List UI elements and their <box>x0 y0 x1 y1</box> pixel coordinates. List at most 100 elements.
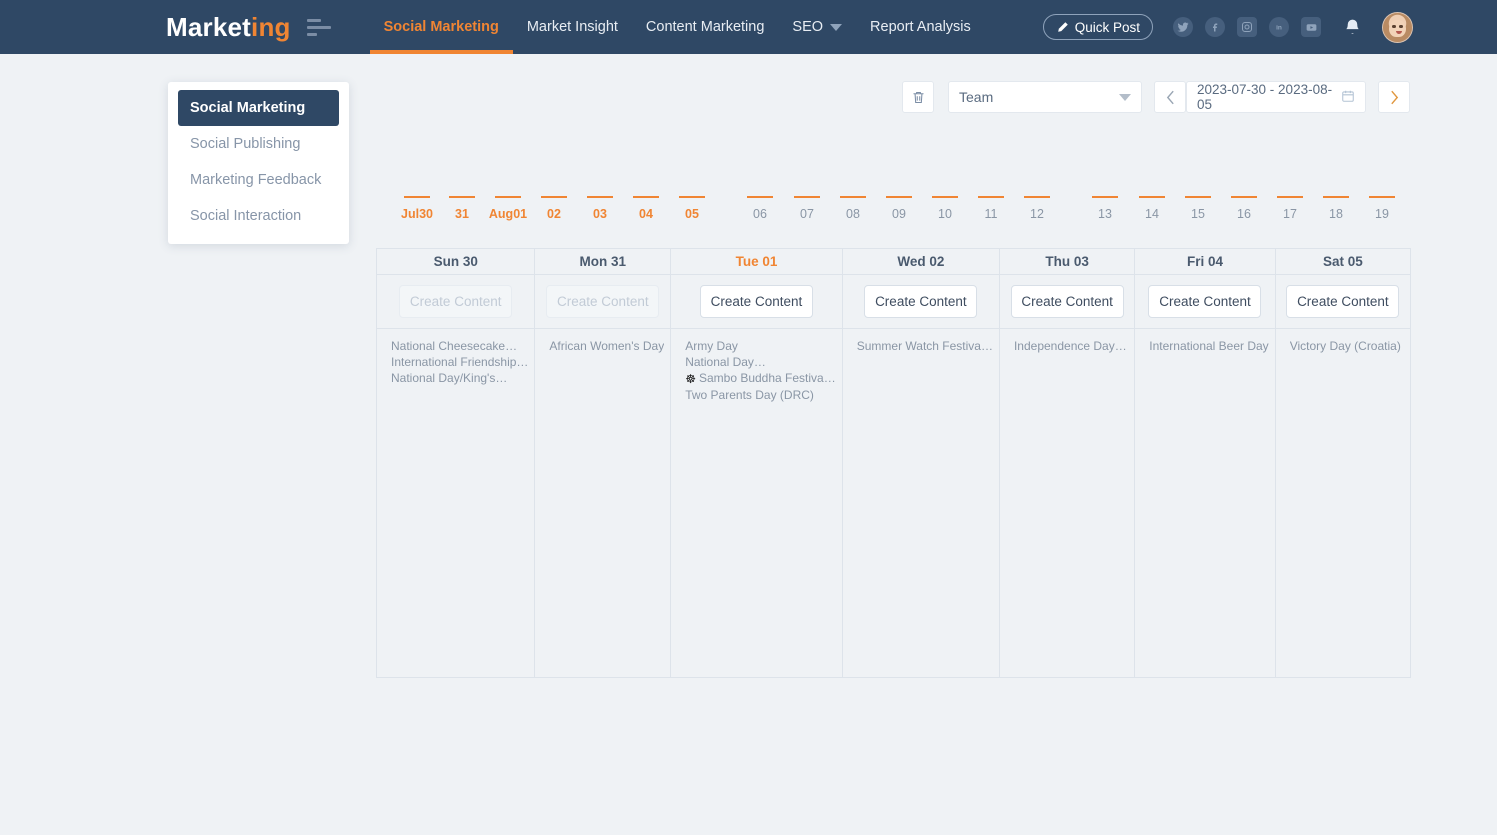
timeline-tick-label: 18 <box>1329 207 1343 221</box>
timeline-tick-label: Jul30 <box>401 207 433 221</box>
facebook-icon[interactable] <box>1205 17 1225 37</box>
timeline-tick-08[interactable]: 08 <box>827 196 879 221</box>
calendar-day-header: Mon 31 <box>535 249 671 275</box>
timeline-tick-19[interactable]: 19 <box>1356 196 1408 221</box>
timeline-tick-18[interactable]: 18 <box>1310 196 1362 221</box>
create-content-button[interactable]: Create Content <box>699 285 813 318</box>
youtube-icon[interactable] <box>1301 17 1321 37</box>
timeline-tick-31[interactable]: 31 <box>436 196 488 221</box>
calendar-event-item[interactable]: Army Day <box>685 338 836 354</box>
timeline-tick-mark <box>1323 196 1349 198</box>
dropdown-item-social-publishing[interactable]: Social Publishing <box>178 126 339 162</box>
dropdown-item-social-interaction[interactable]: Social Interaction <box>178 198 339 234</box>
create-content-button[interactable]: Create Content <box>864 285 978 318</box>
logo-text-main: Market <box>166 12 252 42</box>
nav-item-content-marketing[interactable]: Content Marketing <box>632 0 778 54</box>
bell-icon[interactable] <box>1343 17 1362 38</box>
timeline-tick-mark <box>747 196 773 198</box>
calendar-event-item[interactable]: National Day/King's… <box>391 370 528 386</box>
timeline-tick-aug01[interactable]: Aug01 <box>482 196 534 221</box>
chevron-right-icon <box>1390 90 1398 104</box>
calendar-event-item[interactable]: African Women's Day <box>549 338 664 354</box>
next-week-button[interactable] <box>1378 81 1410 113</box>
timeline-tick-10[interactable]: 10 <box>919 196 971 221</box>
twitter-icon[interactable] <box>1173 17 1193 37</box>
timeline-tick-label: Aug01 <box>488 207 528 221</box>
create-content-button[interactable]: Create Content <box>1148 285 1262 318</box>
timeline-tick-mark <box>1139 196 1165 198</box>
timeline-tick-04[interactable]: 04 <box>620 196 672 221</box>
timeline-tick-13[interactable]: 13 <box>1079 196 1131 221</box>
calendar-event-item[interactable]: Summer Watch Festiva… <box>857 338 993 354</box>
create-content-button[interactable]: Create Content <box>1010 285 1124 318</box>
timeline-tick-label: 16 <box>1237 207 1251 221</box>
timeline-tick-02[interactable]: 02 <box>528 196 580 221</box>
app-logo[interactable]: Marketing <box>166 14 291 40</box>
timeline-tick-mark <box>495 196 521 198</box>
timeline-tick-mark <box>1369 196 1395 198</box>
timeline-tick-05[interactable]: 05 <box>666 196 718 221</box>
timeline-tick-mark <box>587 196 613 198</box>
timeline-tick-mark <box>449 196 475 198</box>
timeline-tick-mark <box>932 196 958 198</box>
calendar-event-item[interactable]: Victory Day (Croatia) <box>1290 338 1404 354</box>
date-timeline: Jul30 31 Aug01 02 03 04 05 06 07 08 09 10 11 12 13 14 15… <box>376 196 1411 234</box>
calendar-event-item[interactable]: ☸ Sambo Buddha Festiva… <box>685 370 836 386</box>
nav-label: Content Marketing <box>645 19 765 35</box>
quick-post-button[interactable]: Quick Post <box>1042 14 1153 40</box>
nav-item-market-insight[interactable]: Market Insight <box>513 0 632 54</box>
calendar-event-label: National Day… <box>685 355 766 370</box>
timeline-tick-11[interactable]: 11 <box>965 196 1017 221</box>
calendar-event-item[interactable]: International Beer Day <box>1149 338 1268 354</box>
user-avatar[interactable] <box>1382 11 1413 43</box>
timeline-tick-label: 15 <box>1191 207 1205 221</box>
trash-icon <box>913 91 923 103</box>
calendar-event-item[interactable]: National Day… <box>685 354 836 370</box>
timeline-tick-12[interactable]: 12 <box>1011 196 1063 221</box>
timeline-tick-16[interactable]: 16 <box>1218 196 1270 221</box>
calendar-event-item[interactable]: Two Parents Day (DRC) <box>685 387 836 403</box>
calendar-event-label: International Beer Day <box>1149 339 1269 353</box>
calendar-day-header: Tue 01 <box>671 249 842 275</box>
previous-week-button[interactable] <box>1154 81 1186 113</box>
calendar-event-item[interactable]: National Cheesecake… <box>391 338 528 354</box>
timeline-tick-17[interactable]: 17 <box>1264 196 1316 221</box>
timeline-tick-mark <box>1024 196 1050 198</box>
nav-item-social-marketing[interactable]: Social Marketing <box>369 0 514 54</box>
timeline-tick-label: 10 <box>938 207 952 221</box>
social-network-icons: in <box>1173 17 1321 37</box>
create-content-button[interactable]: Create Content <box>1286 285 1400 318</box>
hamburger-menu-icon[interactable] <box>306 17 331 37</box>
nav-item-seo[interactable]: SEO <box>778 0 856 54</box>
calendar-event-item[interactable]: Independence Day… <box>1014 338 1128 354</box>
timeline-tick-mark <box>404 196 430 198</box>
create-content-cell: Create Content <box>377 275 535 329</box>
timeline-tick-15[interactable]: 15 <box>1172 196 1224 221</box>
dropdown-item-label: Social Marketing <box>190 100 306 116</box>
timeline-tick-14[interactable]: 14 <box>1126 196 1178 221</box>
instagram-icon[interactable] <box>1237 17 1257 37</box>
timeline-tick-09[interactable]: 09 <box>873 196 925 221</box>
calendar-event-item[interactable]: International Friendship… <box>391 354 528 370</box>
nav-item-report-analysis[interactable]: Report Analysis <box>856 0 985 54</box>
calendar-events-list: Victory Day (Croatia) <box>1276 329 1410 677</box>
dropdown-item-marketing-feedback[interactable]: Marketing Feedback <box>178 162 339 198</box>
linkedin-icon[interactable]: in <box>1269 17 1289 37</box>
delete-button[interactable] <box>902 81 934 113</box>
timeline-tick-03[interactable]: 03 <box>574 196 626 221</box>
calendar-event-label: Summer Watch Festiva… <box>856 339 993 353</box>
create-content-cell: Create Content <box>671 275 842 329</box>
team-select[interactable]: Team <box>948 81 1142 113</box>
calendar-event-label: International Friendship… <box>391 355 529 370</box>
timeline-tick-07[interactable]: 07 <box>781 196 833 221</box>
date-range-picker[interactable]: 2023-07-30 - 2023-08-05 <box>1186 81 1366 113</box>
timeline-tick-06[interactable]: 06 <box>734 196 786 221</box>
calendar-day-header: Sat 05 <box>1275 249 1410 275</box>
chevron-down-icon <box>830 23 843 31</box>
calendar-events-list: Summer Watch Festiva… <box>843 329 999 677</box>
nav-label: SEO <box>792 19 824 35</box>
avatar-face <box>1389 20 1406 38</box>
logo-text-accent: ing <box>251 12 291 42</box>
chevron-left-icon <box>1166 90 1174 104</box>
dropdown-item-social-marketing[interactable]: Social Marketing <box>178 90 339 126</box>
